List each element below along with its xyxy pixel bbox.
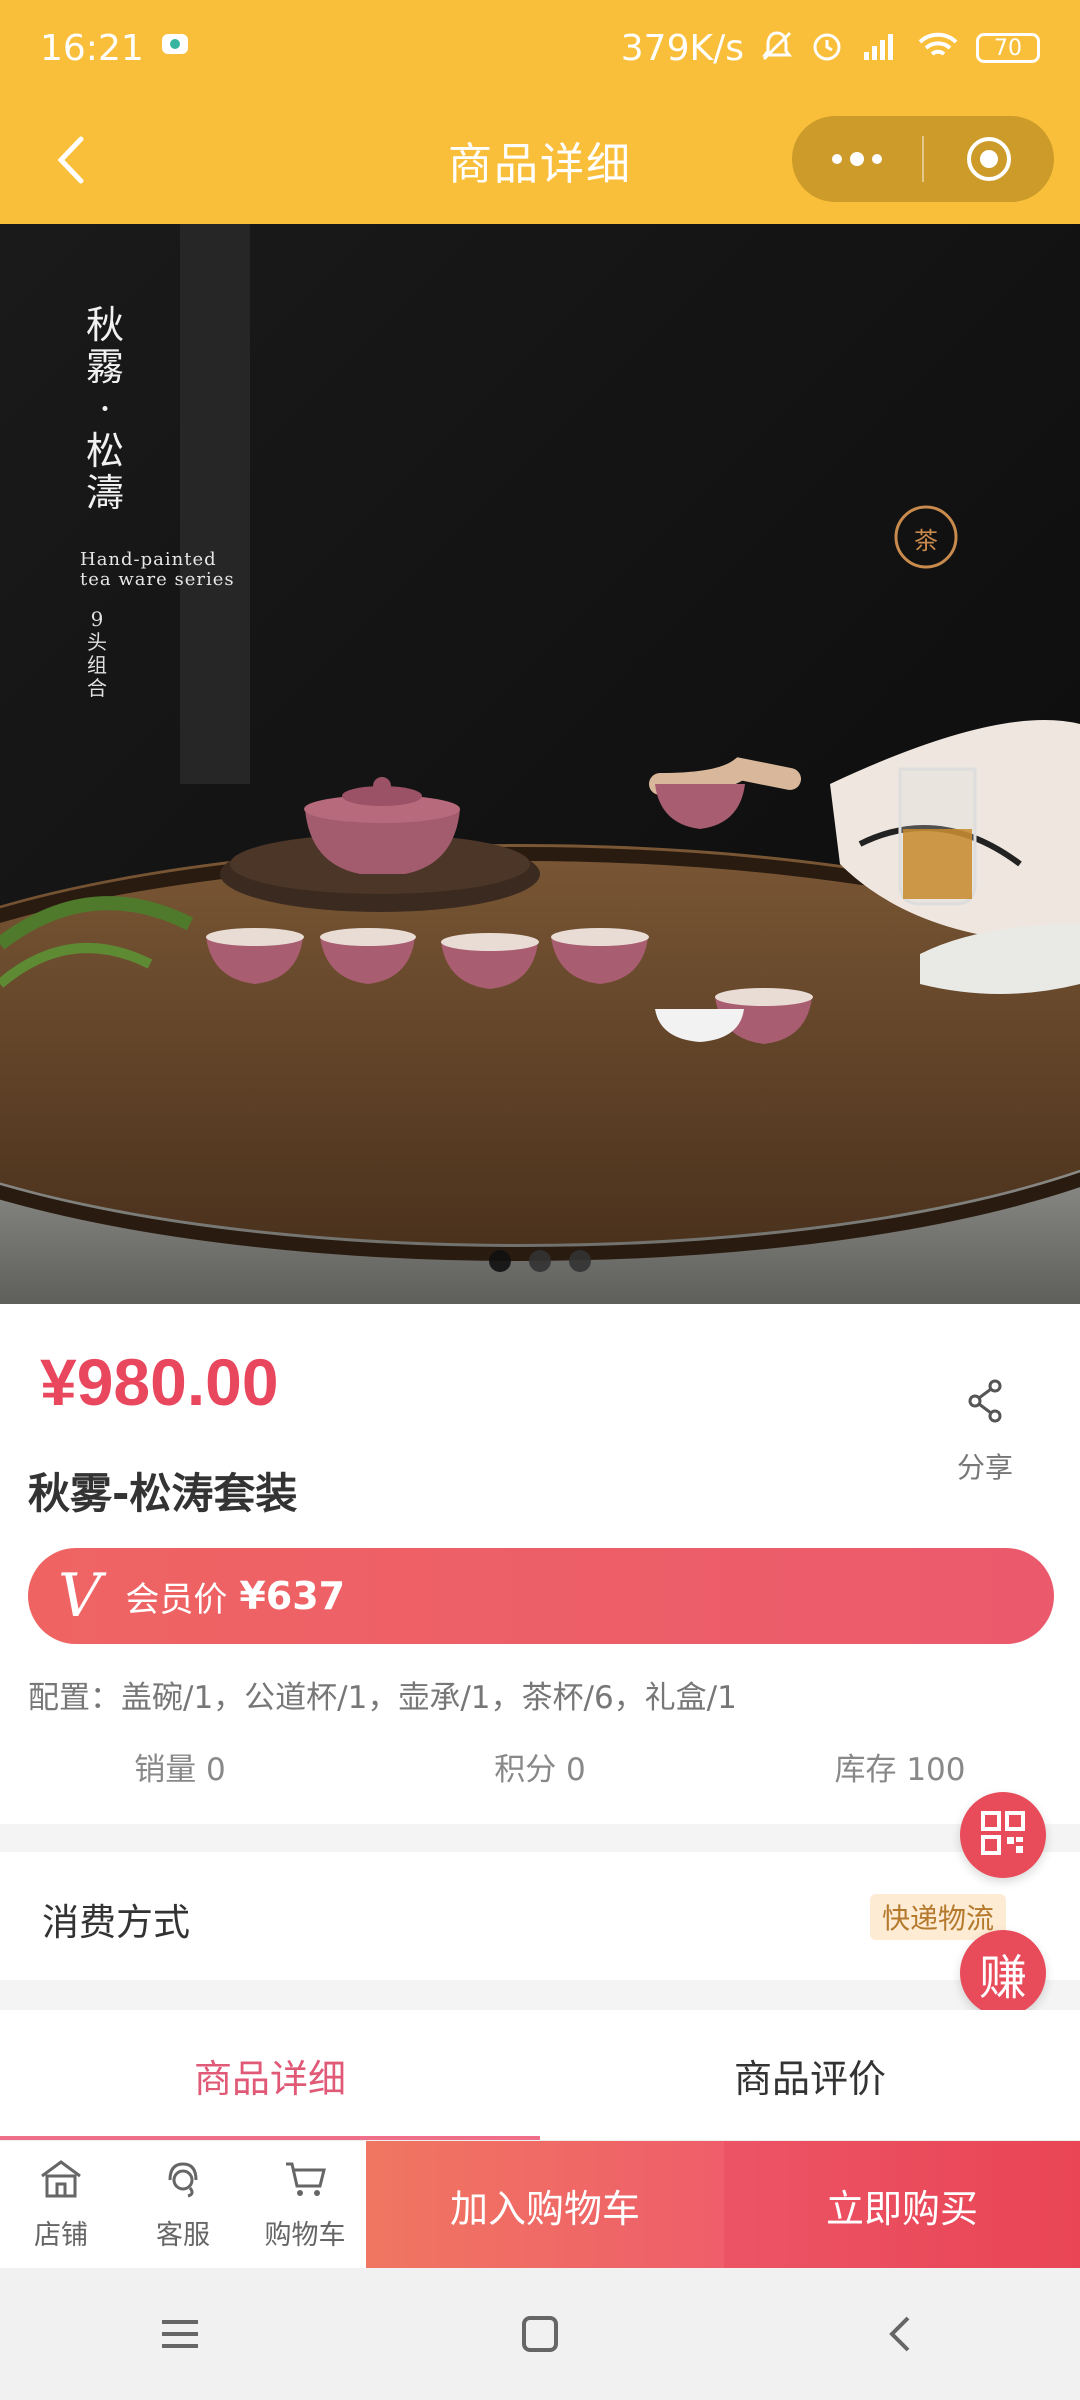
banner-title-char: · xyxy=(98,387,112,431)
banner-set-char: 9 xyxy=(90,607,104,631)
customer-service-button[interactable]: 客服 xyxy=(122,2141,244,2269)
banner-set-char: 合 xyxy=(87,676,107,700)
product-photo xyxy=(0,224,1080,1304)
network-speed: 379K/s xyxy=(620,27,744,69)
back-arrow-icon[interactable] xyxy=(40,126,100,194)
banner-seal: 茶 xyxy=(914,526,938,555)
banner-subtitle: Hand-painted tea ware series xyxy=(80,550,235,590)
back-icon[interactable] xyxy=(840,2289,960,2379)
hd-signal-icon xyxy=(860,30,900,67)
menu-icon[interactable] xyxy=(120,2289,240,2379)
stat-stock: 库存 100 xyxy=(834,1752,966,1788)
nav-bar: 商品详细 xyxy=(0,96,1080,224)
target-close-icon[interactable] xyxy=(924,116,1054,202)
buy-now-button[interactable]: 立即购买 xyxy=(724,2141,1080,2269)
product-image-carousel[interactable]: 秋 霧 · 松 濤 Hand-painted tea ware series 9… xyxy=(0,224,1080,1304)
consume-method-label: 消费方式 xyxy=(42,1901,190,1944)
tab-product-reviews[interactable]: 商品评价 xyxy=(540,2010,1080,2140)
member-price: ¥637 xyxy=(239,1574,346,1618)
wifi-icon xyxy=(916,30,960,67)
cart-button[interactable]: 购物车 xyxy=(244,2141,366,2269)
shop-button[interactable]: 店铺 xyxy=(0,2141,122,2269)
banner-set-char: 头 xyxy=(87,630,107,654)
carousel-indicator xyxy=(0,1250,1080,1282)
status-time: 16:21 xyxy=(40,27,144,69)
member-price-bar[interactable]: V 会员价 ¥637 xyxy=(28,1548,1054,1644)
carousel-dot[interactable] xyxy=(569,1250,591,1272)
alarm-icon xyxy=(810,29,844,68)
chat-notification-icon xyxy=(160,32,190,65)
banner-title-char: 霧 xyxy=(85,345,124,389)
add-to-cart-button[interactable]: 加入购物车 xyxy=(366,2141,724,2269)
product-config: 配置：盖碗/1，公道杯/1，壶承/1，茶杯/6，礼盒/1 xyxy=(28,1680,737,1716)
mute-icon xyxy=(760,29,794,68)
stat-points: 积分 0 xyxy=(494,1752,586,1788)
earn-button[interactable]: 赚 xyxy=(960,1930,1046,2016)
product-stats: 销量 0 积分 0 库存 100 xyxy=(0,1744,1080,1804)
detail-tabs: 商品详细 商品评价 xyxy=(0,2010,1080,2140)
carousel-dot[interactable] xyxy=(529,1250,551,1272)
member-label: 会员价 xyxy=(125,1579,228,1620)
customer-service-icon xyxy=(160,2158,206,2213)
banner-title-char: 松 xyxy=(85,429,124,473)
share-icon xyxy=(965,1378,1005,1428)
home-icon[interactable] xyxy=(480,2289,600,2379)
banner-vertical-title: 秋 霧 · 松 濤 xyxy=(70,304,140,514)
mini-program-capsule xyxy=(792,116,1054,202)
consume-method-row[interactable]: 消费方式 快递物流 xyxy=(0,1852,1080,1980)
member-badge-icon: V xyxy=(58,1561,102,1631)
status-bar: 16:21 379K/s 70 xyxy=(0,0,1080,96)
cart-icon xyxy=(282,2158,328,2213)
product-price: ¥980.00 xyxy=(40,1345,279,1419)
product-info-card: ¥980.00 分享 秋雾-松涛套装 V 会员价 ¥637 配置：盖碗/1，公道… xyxy=(0,1304,1080,1824)
share-label: 分享 xyxy=(956,1451,1013,1484)
system-navigation-bar xyxy=(0,2268,1080,2400)
banner-title-char: 濤 xyxy=(85,471,124,515)
banner-set-count: 9 头 组 合 xyxy=(82,608,112,700)
product-title: 秋雾-松涛套装 xyxy=(28,1469,298,1518)
customer-service-label: 客服 xyxy=(156,2220,210,2251)
carousel-dot[interactable] xyxy=(489,1250,511,1272)
bottom-action-bar: 店铺 客服 购物车 加入购物车 立即购买 xyxy=(0,2140,1080,2269)
stat-sales: 销量 0 xyxy=(134,1752,226,1788)
banner-subtitle-line-1: Hand-painted xyxy=(80,549,217,570)
shop-label: 店铺 xyxy=(34,2220,88,2251)
battery-icon: 70 xyxy=(976,33,1040,63)
banner-set-char: 组 xyxy=(87,653,107,677)
shop-icon xyxy=(38,2158,84,2213)
more-dots-icon[interactable] xyxy=(792,116,922,202)
qr-code-button[interactable] xyxy=(960,1792,1046,1878)
qr-code-icon xyxy=(979,1809,1027,1861)
banner-title-char: 秋 xyxy=(85,303,124,347)
share-button[interactable]: 分享 xyxy=(930,1378,1040,1488)
cart-label: 购物车 xyxy=(264,2220,346,2251)
banner-subtitle-line-2: tea ware series xyxy=(80,569,235,590)
tab-product-detail[interactable]: 商品详细 xyxy=(0,2010,540,2140)
battery-level: 70 xyxy=(994,35,1022,61)
